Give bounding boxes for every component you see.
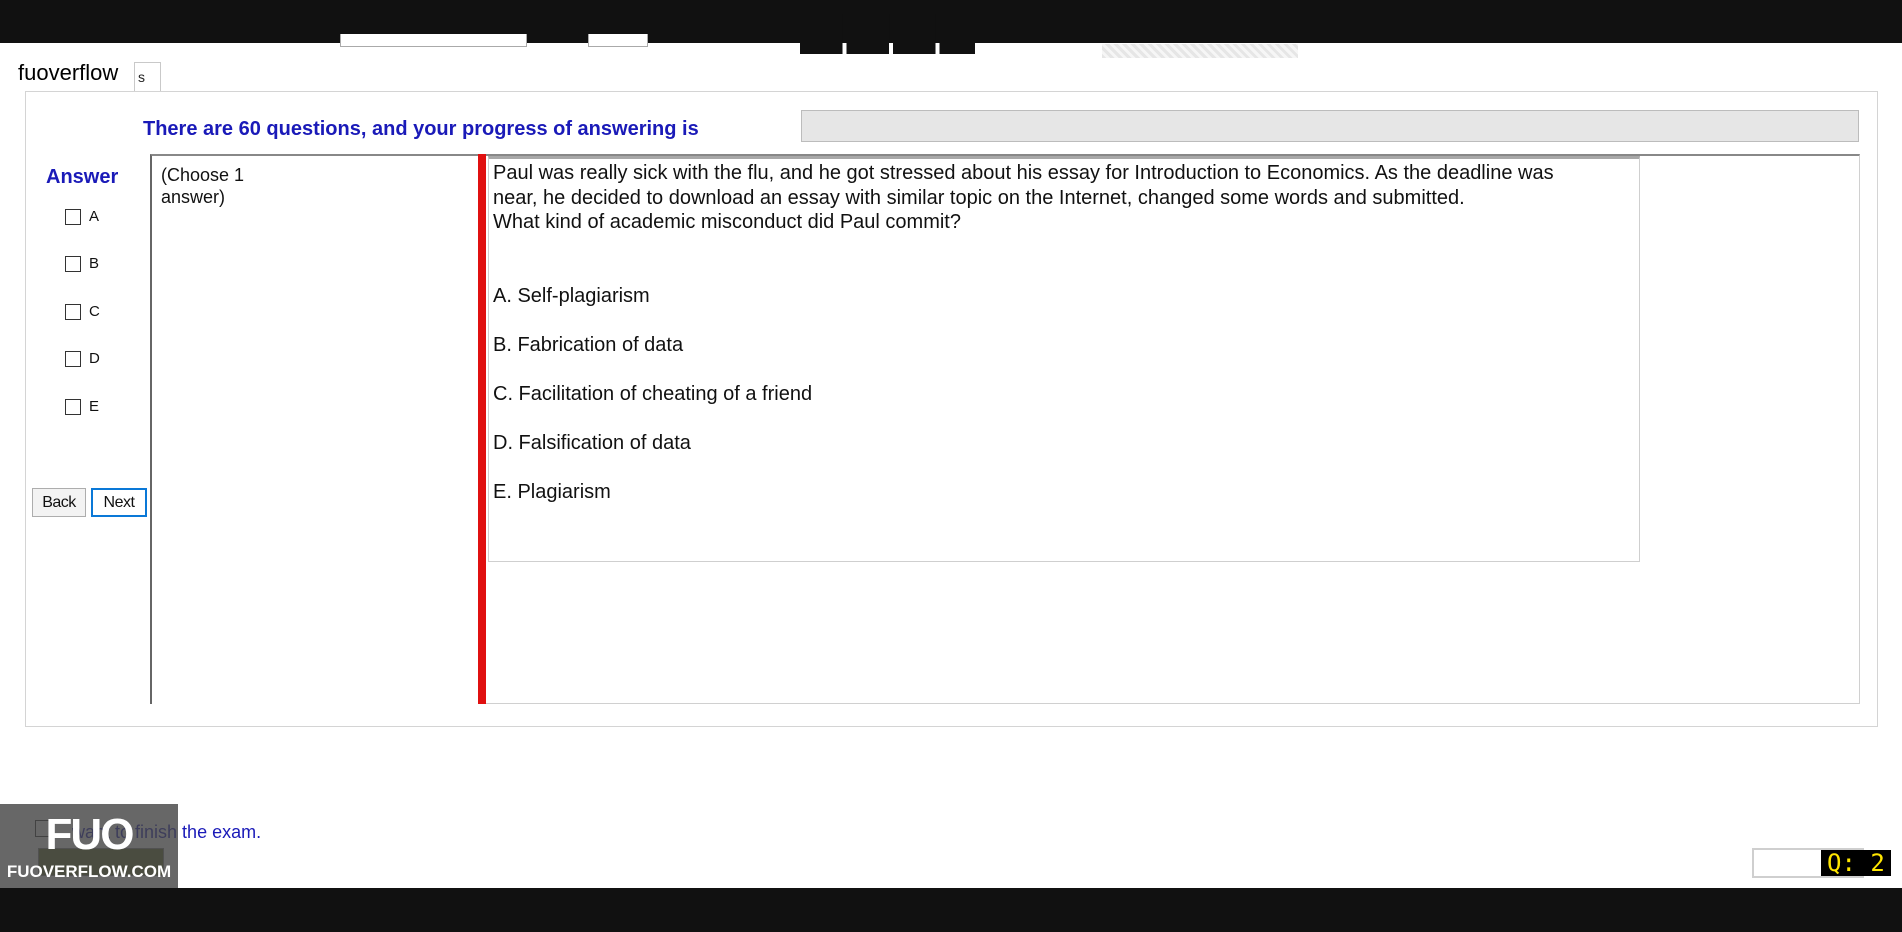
option-e[interactable]: E xyxy=(65,398,99,415)
watermark-text: fuoverflow xyxy=(18,60,119,85)
option-b[interactable]: B xyxy=(65,255,99,272)
cropped-field xyxy=(340,34,527,47)
checkbox-d[interactable] xyxy=(65,350,81,367)
cropped-pattern xyxy=(1102,44,1298,58)
option-label: C xyxy=(89,303,100,320)
checkbox-a[interactable] xyxy=(65,208,81,225)
tab-questions[interactable]: s xyxy=(134,62,161,91)
checkbox-b[interactable] xyxy=(65,255,81,272)
option-label: B xyxy=(89,255,100,272)
pane-splitter[interactable] xyxy=(478,154,486,704)
cropped-heading: ████ xyxy=(800,14,975,54)
choose-hint: (Choose 1 answer) xyxy=(161,165,245,207)
choice-d: D. Falsification of data xyxy=(493,432,691,454)
question-body: Paul was really sick with the flu, and h… xyxy=(493,162,1554,209)
choose-pane xyxy=(150,154,480,704)
checkbox-c[interactable] xyxy=(65,303,81,320)
choice-a: A. Self-plagiarism xyxy=(493,285,650,307)
option-label: A xyxy=(89,208,100,225)
bottom-black-bar xyxy=(0,888,1902,932)
choice-e: E. Plagiarism xyxy=(493,481,611,503)
logo-subtext: FUOVERFLOW.COM xyxy=(6,862,172,881)
option-a[interactable]: A xyxy=(65,208,99,225)
option-label: D xyxy=(89,350,100,367)
choice-b: B. Fabrication of data xyxy=(493,334,684,356)
option-c[interactable]: C xyxy=(65,303,100,320)
progress-bar xyxy=(801,110,1859,142)
checkbox-e[interactable] xyxy=(65,398,81,415)
choice-c: C. Facilitation of cheating of a friend xyxy=(493,383,813,405)
cropped-field xyxy=(588,34,648,47)
question-indicator: Q: 2 xyxy=(1821,850,1891,876)
option-d[interactable]: D xyxy=(65,350,100,367)
progress-label: There are 60 questions, and your progres… xyxy=(143,118,699,140)
next-button[interactable]: Next xyxy=(91,488,147,517)
question-prompt: What kind of academic misconduct did Pau… xyxy=(493,211,961,233)
answer-title: Answer xyxy=(46,166,119,188)
option-label: E xyxy=(89,398,100,415)
back-button[interactable]: Back xyxy=(32,488,86,517)
question-text: Paul was really sick with the flu, and h… xyxy=(493,161,1593,235)
logo-text: FUO xyxy=(45,810,135,859)
